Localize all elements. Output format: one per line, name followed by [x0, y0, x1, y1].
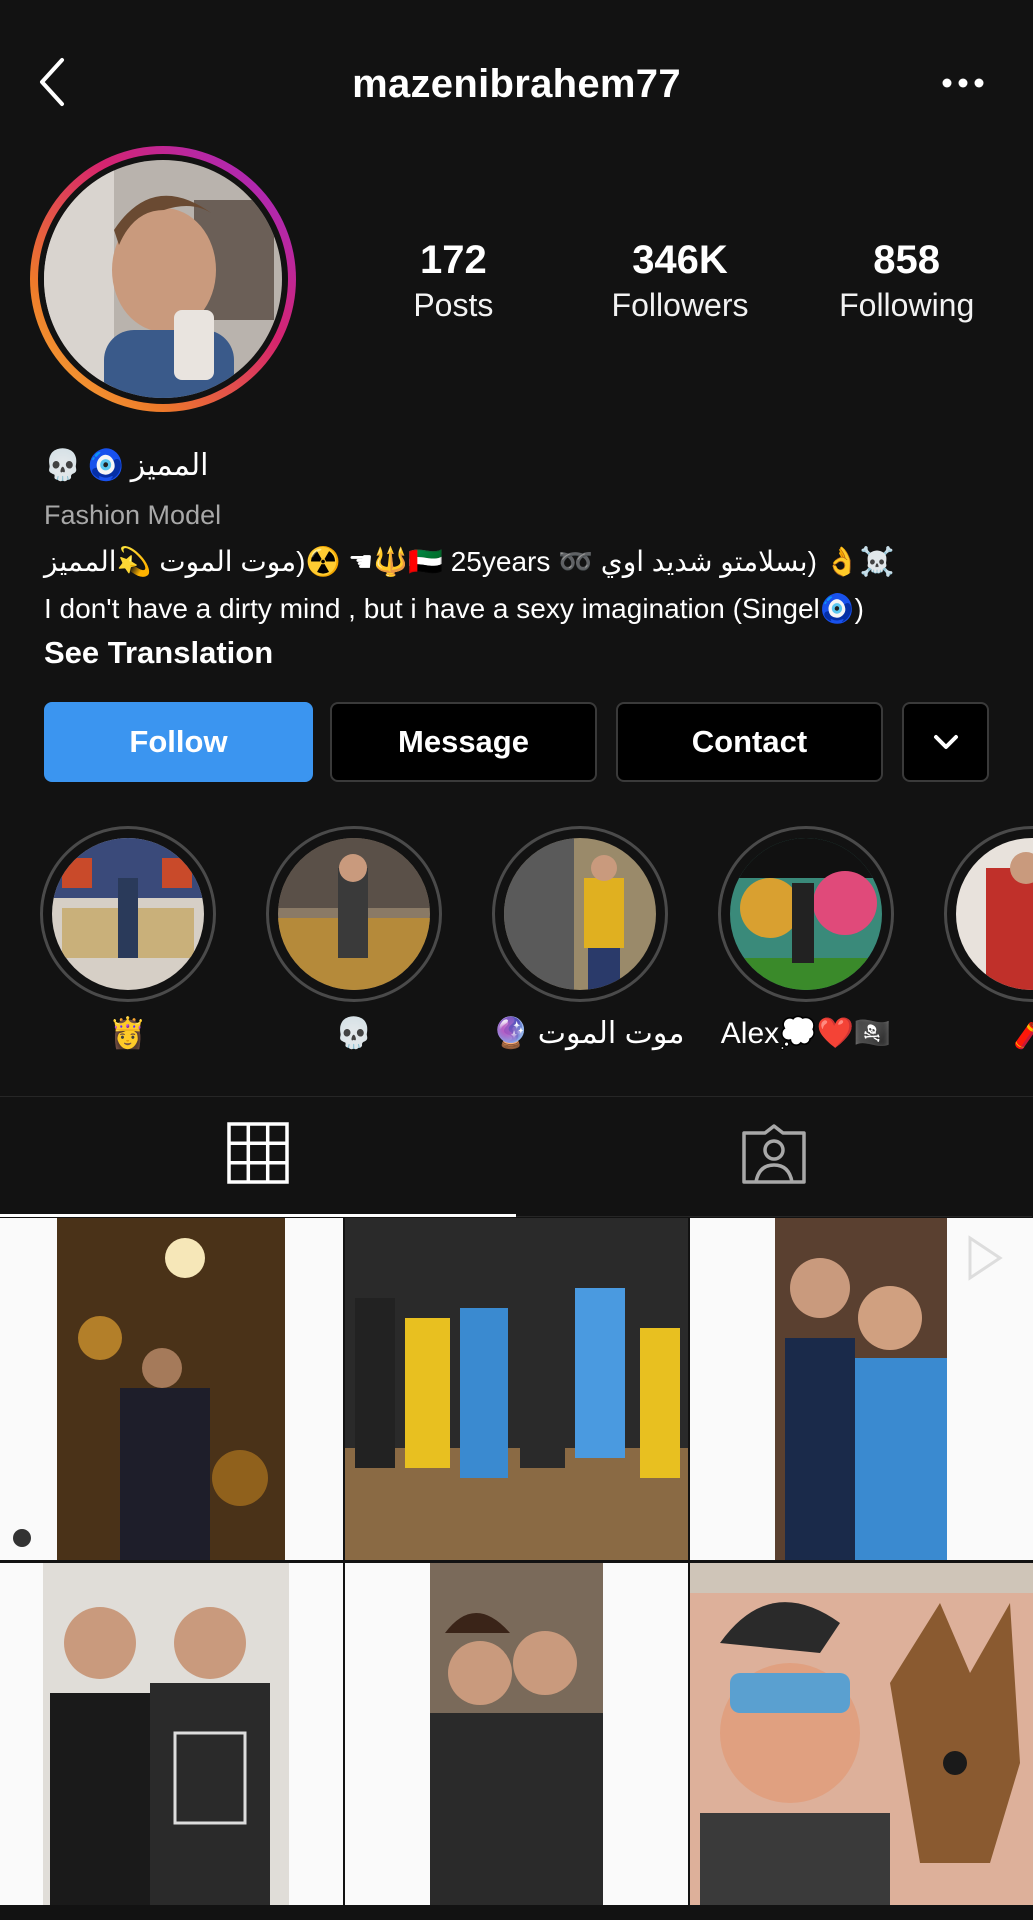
message-button[interactable]: Message	[330, 702, 597, 782]
story-highlights: 👸 💀 🔮 موت الموت Alex💭❤️🏴‍☠️	[0, 826, 1033, 1056]
profile-avatar[interactable]	[30, 146, 296, 412]
highlight-cover	[278, 838, 430, 990]
profile-tabs	[0, 1096, 1033, 1217]
highlight-ring	[944, 826, 1033, 1002]
following-label: Following	[839, 287, 975, 323]
post-thumbnail[interactable]	[690, 1563, 1033, 1905]
following-count: 858	[873, 238, 941, 282]
highlight-item[interactable]: Alex💭❤️🏴‍☠️	[718, 826, 894, 1056]
highlight-ring	[40, 826, 216, 1002]
followers-count: 346K	[632, 238, 728, 282]
action-buttons: Follow Message Contact	[44, 702, 989, 782]
highlight-cover	[504, 838, 656, 990]
skull-emoji-icon: 💀	[44, 448, 82, 482]
highlight-label: Alex💭❤️🏴‍☠️	[720, 1017, 892, 1050]
highlight-item[interactable]: 🔮 موت الموت	[492, 826, 685, 1056]
posts-count: 172	[419, 238, 487, 282]
suggested-dropdown-button[interactable]	[902, 702, 989, 782]
profile-stats: 172 Posts 346K Followers 858 Following	[340, 238, 1020, 348]
posts-grid	[0, 1218, 1033, 1920]
grid-icon	[226, 1121, 290, 1190]
highlight-cover	[956, 838, 1033, 990]
highlight-label: 👸	[109, 1017, 147, 1050]
highlight-cover	[730, 838, 882, 990]
highlight-ring	[718, 826, 894, 1002]
display-name-row: 💀 🧿 المميز	[44, 444, 1004, 486]
highlight-item[interactable]: 👸	[40, 826, 216, 1056]
highlight-label: 🧨	[1013, 1017, 1033, 1050]
more-horizontal-icon[interactable]	[933, 68, 993, 98]
display-name: المميز	[130, 448, 209, 482]
bio-line-2: I don't have a dirty mind , but i have a…	[44, 593, 864, 624]
follow-button[interactable]: Follow	[44, 702, 313, 782]
avatar-photo	[44, 160, 282, 398]
highlight-ring	[492, 826, 668, 1002]
stat-posts[interactable]: 172 Posts	[340, 238, 567, 348]
stat-followers[interactable]: 346K Followers	[567, 238, 794, 348]
profile-bio: 💀 🧿 المميز Fashion Model ☠️👌 (بسلامتو شد…	[44, 444, 1004, 671]
post-thumbnail[interactable]	[345, 1218, 688, 1560]
followers-label: Followers	[611, 287, 749, 323]
chevron-down-icon	[931, 724, 961, 760]
tab-posts-grid[interactable]	[0, 1097, 516, 1217]
top-bar: mazenibrahem77	[0, 40, 1033, 130]
profile-category: Fashion Model	[44, 500, 222, 530]
profile-username: mazenibrahem77	[352, 62, 681, 106]
stat-following[interactable]: 858 Following	[793, 238, 1020, 348]
see-translation-link[interactable]: See Translation	[44, 635, 1004, 671]
tab-tagged[interactable]	[516, 1097, 1032, 1217]
contact-button[interactable]: Contact	[616, 702, 883, 782]
posts-label: Posts	[413, 287, 494, 323]
highlight-ring	[266, 826, 442, 1002]
post-thumbnail[interactable]	[345, 1563, 688, 1905]
highlight-label: 🔮 موت الموت	[492, 1017, 685, 1050]
post-thumbnail[interactable]	[0, 1218, 343, 1560]
post-thumbnail[interactable]	[0, 1563, 343, 1905]
nazar-emoji-icon: 🧿	[87, 448, 125, 482]
highlight-item[interactable]: 💀	[266, 826, 442, 1056]
highlight-item[interactable]: 🧨	[944, 826, 1033, 1056]
bio-line-1: ☠️👌 (بسلامتو شديد اوي ➿ 🇦🇪 25years🔱☚ ☢️(…	[44, 546, 895, 577]
tagged-person-icon	[741, 1123, 807, 1190]
highlight-label: 💀	[335, 1017, 373, 1050]
highlight-cover	[52, 838, 204, 990]
post-thumbnail[interactable]	[690, 1218, 1033, 1560]
